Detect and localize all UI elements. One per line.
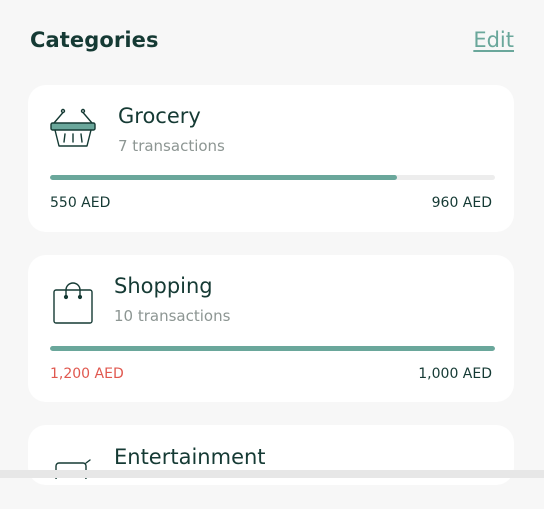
budget-amount: 1,000 AED	[418, 366, 492, 382]
section-title: Categories	[30, 28, 159, 52]
budget-progress-bar	[50, 175, 495, 180]
tv-icon	[54, 459, 104, 509]
shopping-bag-icon	[52, 281, 102, 331]
bottom-bar	[0, 470, 544, 478]
budget-amount: 960 AED	[431, 195, 492, 211]
category-name: Shopping	[114, 274, 213, 298]
category-card-grocery[interactable]: Grocery 7 transactions 550 AED 960 AED	[28, 85, 514, 232]
category-name: Grocery	[118, 104, 201, 128]
category-card-shopping[interactable]: Shopping 10 transactions 1,200 AED 1,000…	[28, 255, 514, 402]
basket-icon	[48, 107, 98, 157]
spent-amount: 550 AED	[50, 195, 111, 211]
category-name: Entertainment	[114, 445, 266, 469]
transaction-count: 7 transactions	[118, 137, 225, 155]
transaction-count: 10 transactions	[114, 307, 231, 325]
edit-link[interactable]: Edit	[473, 28, 514, 52]
budget-progress-fill	[50, 175, 398, 180]
categories-header: Categories Edit	[30, 28, 514, 58]
spent-amount: 1,200 AED	[50, 366, 124, 382]
budget-progress-bar	[50, 346, 495, 351]
budget-progress-fill	[50, 346, 495, 351]
